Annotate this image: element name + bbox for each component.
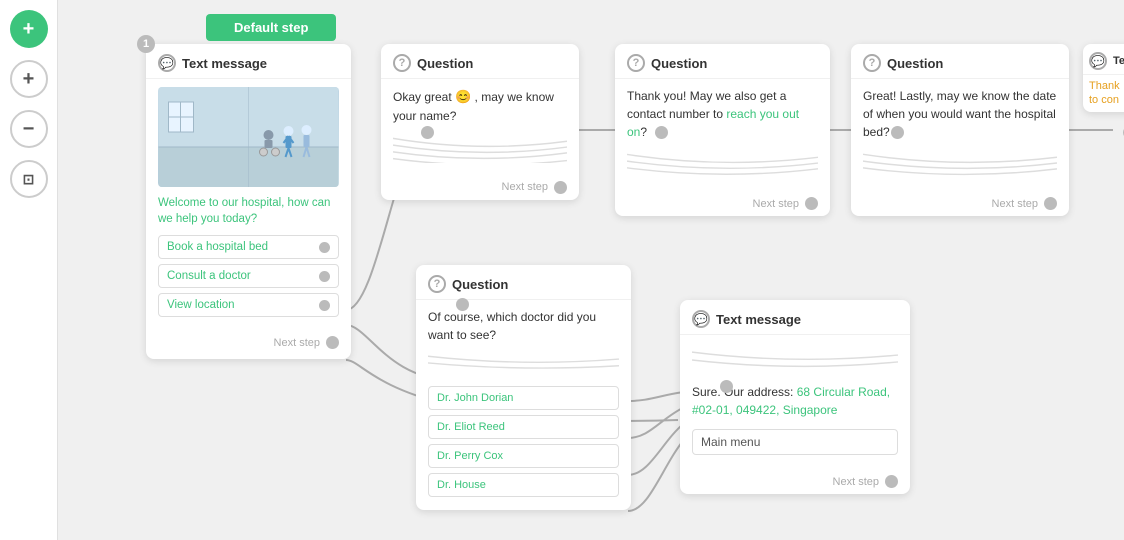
question3-icon: ?	[863, 54, 881, 72]
welcome-text: Welcome to our hospital, how can we help…	[158, 195, 339, 227]
partial-title: Text m...	[1113, 55, 1124, 67]
address-next-dot	[885, 475, 898, 488]
choice-consult-doctor[interactable]: Consult a doctor	[158, 264, 339, 288]
question-doctor-text: Of course, which doctor did you want to …	[428, 308, 619, 344]
zoom-in-icon: +	[23, 68, 35, 91]
choice-view-location[interactable]: View location	[158, 293, 339, 317]
doctor-perry[interactable]: Dr. Perry Cox	[428, 444, 619, 468]
address-node-title: Text message	[716, 312, 801, 327]
choice-dot-3	[319, 300, 330, 311]
question2-title: Question	[651, 56, 707, 71]
doctor-house[interactable]: Dr. House	[428, 473, 619, 497]
choice-book-bed[interactable]: Book a hospital bed	[158, 235, 339, 259]
choice-dot-1	[319, 242, 330, 253]
default-step-badge: Default step	[206, 14, 336, 41]
toolbar: + + − ⊡	[0, 0, 58, 540]
q1-input-dot	[421, 126, 434, 139]
question-doctor-title: Question	[452, 277, 508, 292]
question2-node: ? Question Thank you! May we also get a …	[615, 44, 830, 216]
partial-icon: 💬	[1089, 52, 1107, 70]
hospital-image	[158, 87, 339, 187]
question1-title: Question	[417, 56, 473, 71]
zoom-out-button[interactable]: −	[10, 110, 48, 148]
main-text-node: 1 💬 Text message	[146, 44, 351, 359]
add-button[interactable]: +	[10, 10, 48, 48]
plus-icon: +	[23, 18, 35, 41]
q2-input-dot	[655, 126, 668, 139]
zoom-out-icon: −	[23, 118, 35, 141]
step-number: 1	[137, 35, 155, 53]
main-next-dot	[326, 336, 339, 349]
question-doctor-icon: ?	[428, 275, 446, 293]
choice-dot-2	[319, 271, 330, 282]
question3-node: ? Question Great! Lastly, may we know th…	[851, 44, 1069, 216]
q2-next-dot	[805, 197, 818, 210]
question2-icon: ?	[627, 54, 645, 72]
partial-text: Thankto con	[1089, 79, 1124, 108]
address-node-icon: 💬	[692, 310, 710, 328]
canvas: Default step 1 💬 Text message	[58, 0, 1124, 540]
question1-node: ? Question Okay great 😊 , may we know yo…	[381, 44, 579, 200]
fit-button[interactable]: ⊡	[10, 160, 48, 198]
address-input-dot	[720, 380, 733, 393]
q3-input-dot	[891, 126, 904, 139]
question1-text: Okay great 😊 , may we know your name?	[393, 87, 567, 125]
partial-node: 💬 Text m... Thankto con	[1083, 44, 1124, 112]
text-address-node: 💬 Text message Sure. Our address: 68 Cir…	[680, 300, 910, 494]
question3-title: Question	[887, 56, 943, 71]
main-node-title: Text message	[182, 56, 267, 71]
crosshair-icon: ⊡	[23, 171, 35, 188]
text-message-icon: 💬	[158, 54, 176, 72]
q1-next-dot	[554, 181, 567, 194]
zoom-in-button[interactable]: +	[10, 60, 48, 98]
main-menu-button[interactable]: Main menu	[692, 429, 898, 455]
doctor-input-dot	[456, 298, 469, 311]
question-doctor-node: ? Question Of course, which doctor did y…	[416, 265, 631, 510]
doctor-eliot[interactable]: Dr. Eliot Reed	[428, 415, 619, 439]
doctor-john[interactable]: Dr. John Dorian	[428, 386, 619, 410]
question1-icon: ?	[393, 54, 411, 72]
q3-next-dot	[1044, 197, 1057, 210]
